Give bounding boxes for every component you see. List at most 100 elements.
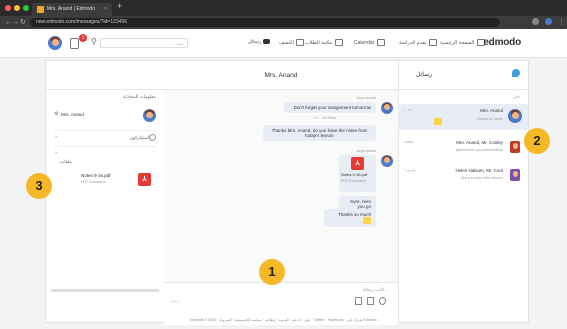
chat-title: Mrs. Anand <box>264 72 298 79</box>
message-sender: Anya Anand <box>356 96 376 100</box>
attach-file-icon[interactable] <box>355 297 362 305</box>
nav-messages-label: رسائل <box>248 39 262 45</box>
left-bottom-divider <box>51 289 159 292</box>
nav-discover[interactable]: اكتشف <box>279 39 305 46</box>
compass-icon <box>296 39 305 46</box>
participants-count <box>149 134 156 141</box>
thread-item[interactable]: ١٠:٣٠ Mrs. Anand Thanks so much <box>398 104 528 130</box>
sticker-icon <box>363 217 371 224</box>
thread-time: مارس ١ <box>404 168 417 172</box>
calendar-icon <box>376 39 385 46</box>
thread-item[interactable]: مارس ١ Helen Halsum, Mr. Cool See you th… <box>398 164 528 190</box>
nav-home[interactable]: الصفحة الرئيسية <box>440 39 486 46</box>
file-item[interactable]: Notes 9-16.pdf PDF Document ⅄ <box>46 168 164 190</box>
nav-progress-label: تقدم الدراسة <box>399 39 427 46</box>
file-type: PDF Document <box>81 180 106 184</box>
browser-tabbar: Mrs. Anand | Edmodo × + <box>0 0 567 16</box>
thread-avatar <box>508 109 522 123</box>
message-input[interactable]: اكتب رسالة... <box>363 287 388 293</box>
participant-avatar <box>143 109 156 122</box>
pdf-icon: ⅄ <box>138 173 151 186</box>
chevron-down-icon[interactable]: ⌄ <box>54 149 58 155</box>
nav-calendar[interactable]: Calendar <box>354 39 386 46</box>
url-field[interactable]: new.edmodo.com/messages/?id=123456 <box>30 18 500 27</box>
chart-icon <box>428 39 437 46</box>
nav-discover-label: اكتشف <box>279 39 294 46</box>
page-footer: Edmodo © 2020 · حول · الدعم · المدونة · … <box>190 318 377 322</box>
chat-bubble-icon <box>262 39 270 45</box>
new-tab-button[interactable]: + <box>117 1 122 11</box>
send-button[interactable]: إرسال <box>170 299 179 303</box>
file-name: Notes 9-16.pdf <box>81 173 111 178</box>
chevron-down-icon[interactable]: ⌄ <box>54 133 58 139</box>
message-bubble: Thanks Mrs. Anand, do you have the notes… <box>263 125 376 141</box>
browser-menu-icon[interactable]: ⋮ <box>558 18 565 27</box>
maximize-window-button[interactable] <box>23 5 29 11</box>
thread-avatar <box>510 169 520 181</box>
message-sender: Anya Anand <box>356 149 376 153</box>
minimize-window-button[interactable] <box>14 5 20 11</box>
thread-name: Mrs. Anand, Mr. Conley <box>456 140 503 145</box>
more-options-icon[interactable]: ⚙ <box>54 111 58 117</box>
emoji-icon[interactable] <box>379 297 386 305</box>
browser-tab[interactable]: Mrs. Anand | Edmodo × <box>32 3 112 16</box>
nav-library[interactable]: مكتبة الطلاب <box>305 39 344 46</box>
search-input[interactable]: بحث <box>100 38 188 48</box>
threads-header: رسائل <box>416 72 432 78</box>
nav-calendar-label: Calendar <box>354 39 375 46</box>
section-label: حالي <box>512 95 520 99</box>
thread-avatar <box>510 141 520 153</box>
user-avatar[interactable] <box>48 36 62 50</box>
message-bubble: Don't forget your assignment tomorrow <box>284 102 376 113</box>
tab-close-icon[interactable]: × <box>104 3 107 16</box>
edmodo-logo[interactable]: edmodo <box>483 37 521 48</box>
threads-panel: رسائل حالي ١٠:٣٠ Mrs. Anand Thanks so mu… <box>398 61 528 322</box>
sender-avatar <box>381 102 393 114</box>
message-time: ٢:٢٠ 10:30am <box>314 116 336 120</box>
book-icon <box>334 39 343 46</box>
thread-name: Helen Halsum, Mr. Cool <box>455 168 503 173</box>
thread-preview: appreciated your presentation <box>455 148 503 152</box>
callout-2: 2 <box>524 128 550 154</box>
messaging-panel: معلومات المحادثة ⚙ Mrs. Anand ⌄ المشاركو… <box>45 60 529 325</box>
address-bar: ← → ↻ new.edmodo.com/messages/?id=123456… <box>0 16 567 29</box>
close-window-button[interactable] <box>5 5 11 11</box>
callout-3: 3 <box>26 173 52 199</box>
edmodo-favicon-icon <box>37 6 44 13</box>
nav-progress[interactable]: تقدم الدراسة <box>399 39 438 46</box>
profile-avatar-icon[interactable] <box>545 18 552 25</box>
thread-time: الثلاثاء <box>404 140 414 144</box>
participant-name: Mrs. Anand <box>61 112 84 117</box>
thread-item[interactable]: الثلاثاء Mrs. Anand, Mr. Conley apprecia… <box>398 136 528 162</box>
participant-row[interactable]: ⚙ Mrs. Anand <box>46 105 164 127</box>
library-icon[interactable] <box>367 297 374 305</box>
back-arrow-icon[interactable]: ← <box>5 18 12 27</box>
participants-label: المشاركون <box>129 135 150 140</box>
nav-messages[interactable]: رسائل <box>248 39 270 45</box>
sticker-icon <box>434 118 442 125</box>
thread-time: ١٠:٣٠ <box>404 108 413 112</box>
tab-title: Mrs. Anand | Edmodo <box>47 6 95 12</box>
notification-badge: 1 <box>79 34 87 42</box>
reload-icon[interactable]: ↻ <box>20 18 26 27</box>
compose-icon[interactable] <box>512 69 520 77</box>
conversation-info-panel: معلومات المحادثة ⚙ Mrs. Anand ⌄ المشاركو… <box>46 61 165 322</box>
backpack-icon[interactable] <box>70 38 79 49</box>
sender-avatar <box>381 155 393 167</box>
callout-1: 1 <box>259 259 285 285</box>
chat-panel: Mrs. Anand Anya Anand Don't forget your … <box>164 61 399 325</box>
extension-icon[interactable] <box>532 18 539 25</box>
nav-home-label: الصفحة الرئيسية <box>440 39 475 46</box>
files-label: ملفات <box>60 159 72 164</box>
thread-preview: See you there Mrs Halsum <box>460 176 503 180</box>
top-navigation: 1 ⚲ بحث رسائل اكتشف مكتبة الطلاب Calenda… <box>0 29 567 58</box>
conversation-info-header: معلومات المحادثة <box>123 94 156 99</box>
forward-arrow-icon[interactable]: → <box>12 18 19 27</box>
message-bubble-with-sticker: Thanks so much <box>324 209 376 227</box>
thread-name: Mrs. Anand <box>480 108 503 113</box>
nav-library-label: مكتبة الطلاب <box>305 39 333 46</box>
search-icon[interactable]: ⚲ <box>91 37 97 46</box>
thread-preview: Thanks so much <box>476 117 503 121</box>
pdf-icon: ⅄ <box>351 157 364 170</box>
file-attachment-bubble[interactable]: ⅄ Notes 9-16.pdf PDF Document <box>339 155 376 192</box>
